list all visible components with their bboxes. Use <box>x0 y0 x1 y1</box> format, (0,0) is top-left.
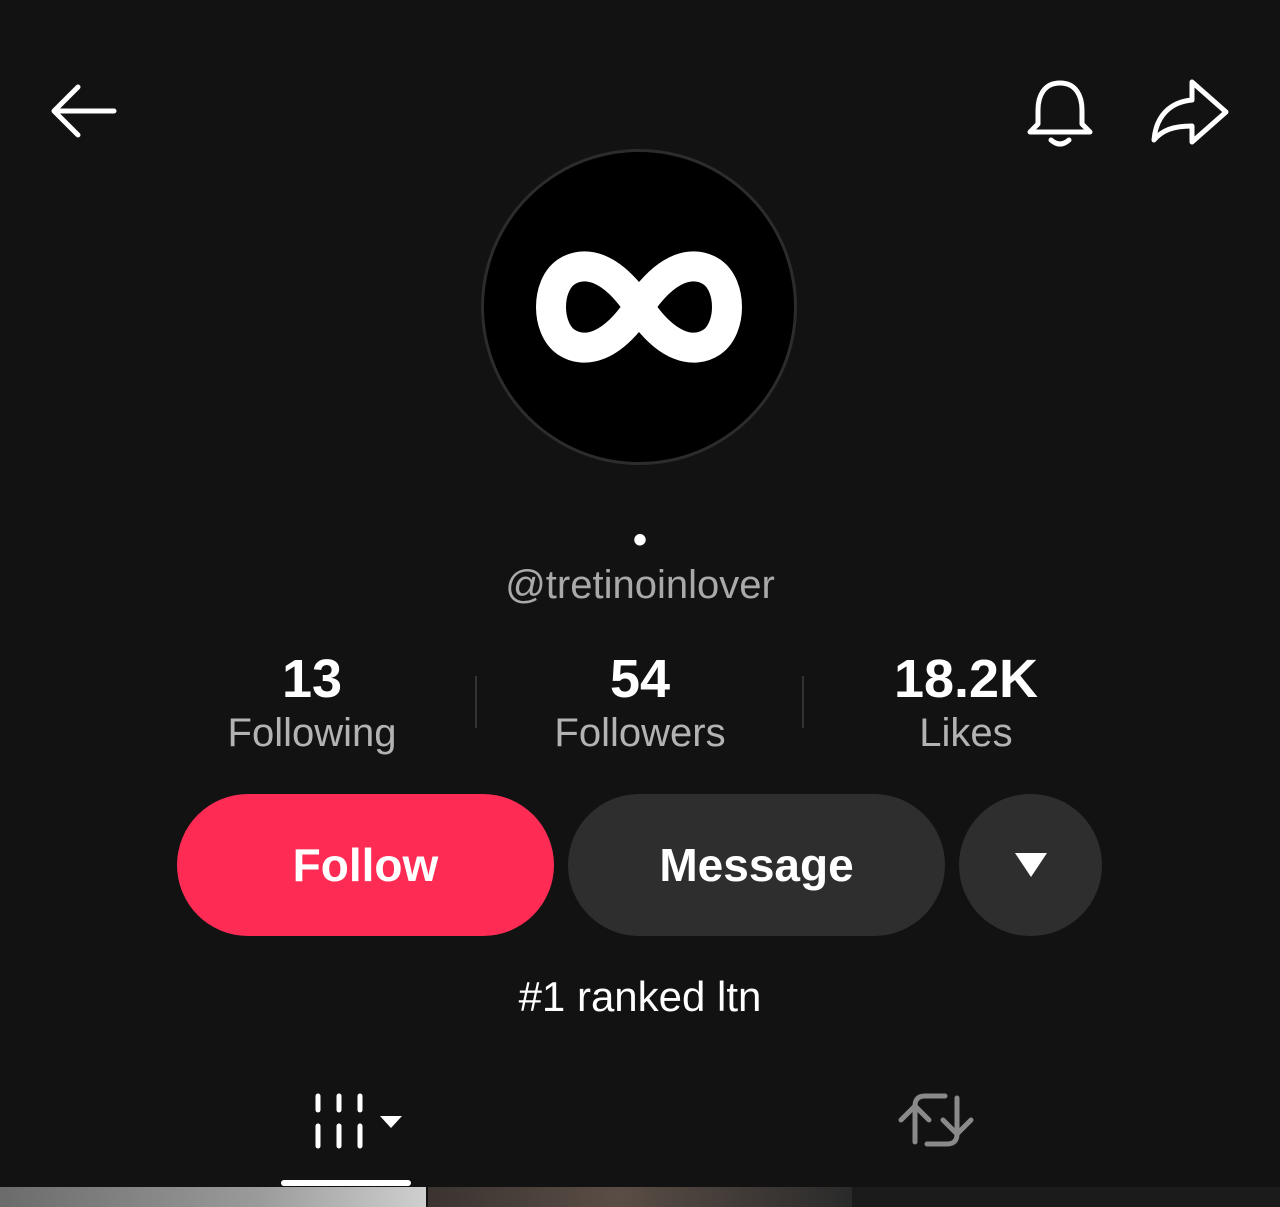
bio: #1 ranked ltn <box>518 973 762 1020</box>
avatar[interactable] <box>484 152 794 462</box>
video-thumbnail[interactable] <box>852 1187 1280 1207</box>
tab-videos[interactable] <box>306 1080 416 1160</box>
share-button[interactable] <box>1146 74 1232 154</box>
more-options-button[interactable] <box>959 794 1102 936</box>
followers-label: Followers <box>554 711 726 755</box>
video-thumbnail[interactable] <box>0 1187 426 1207</box>
display-name: • <box>632 518 647 562</box>
active-tab-indicator <box>281 1180 411 1186</box>
caret-down-icon <box>1014 853 1047 877</box>
share-arrow-icon <box>1151 79 1229 145</box>
stat-divider <box>802 676 804 728</box>
following-label: Following <box>227 711 397 755</box>
bell-icon <box>1027 80 1093 147</box>
back-button[interactable] <box>44 76 124 146</box>
video-grid <box>0 1187 1280 1207</box>
videos-grid-icon <box>315 1093 402 1149</box>
repost-icon <box>898 1093 974 1147</box>
following-stat[interactable]: 13 Following <box>162 648 462 758</box>
likes-count: 18.2K <box>893 649 1039 709</box>
tab-reposts[interactable] <box>893 1080 979 1160</box>
back-arrow-icon <box>51 84 117 138</box>
username: @tretinoinlover <box>505 563 775 607</box>
infinity-logo <box>536 251 742 363</box>
message-button[interactable]: Message <box>568 794 945 936</box>
followers-stat[interactable]: 54 Followers <box>490 648 790 758</box>
following-count: 13 <box>281 649 343 709</box>
follow-button[interactable]: Follow <box>177 794 554 936</box>
likes-label: Likes <box>919 711 1013 755</box>
notifications-button[interactable] <box>1020 74 1100 154</box>
stat-divider <box>475 676 477 728</box>
likes-stat: 18.2K Likes <box>816 648 1116 758</box>
video-thumbnail[interactable] <box>428 1187 852 1207</box>
followers-count: 54 <box>609 649 671 709</box>
